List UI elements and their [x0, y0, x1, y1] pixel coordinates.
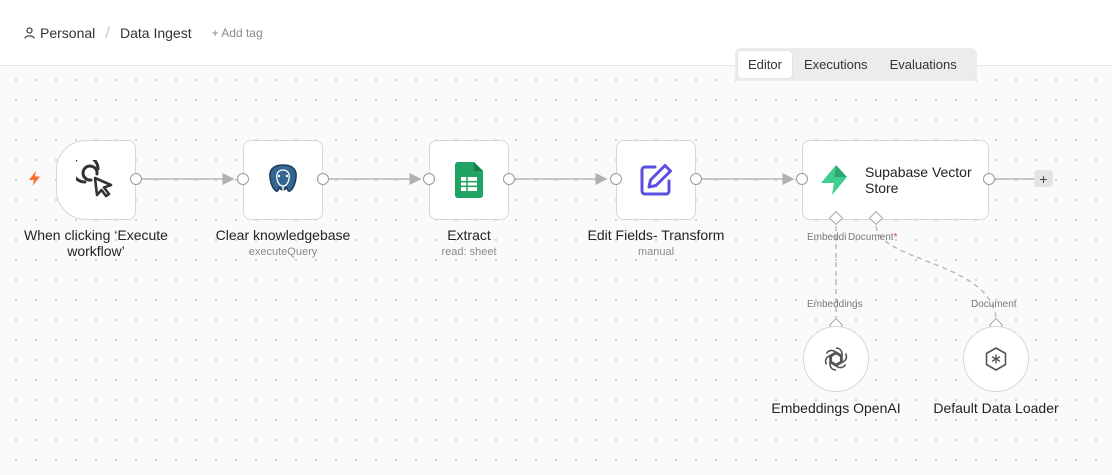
port-label-loader-out: Document — [971, 299, 1017, 310]
cursor-click-icon — [76, 160, 113, 198]
supabase-icon — [821, 165, 847, 195]
openai-icon — [824, 347, 848, 371]
add-node-button[interactable]: + — [1034, 170, 1053, 187]
node-title-supabase: Supabase Vector Store — [865, 164, 972, 196]
clear-output-handle[interactable] — [317, 173, 329, 185]
node-label-clear: Clear knowledgebase — [215, 227, 351, 243]
supabase-input-handle[interactable] — [796, 173, 808, 185]
port-label-embedding: Embeddi — [807, 232, 847, 243]
data-loader-icon — [985, 347, 1007, 371]
trigger-bolt-icon — [29, 171, 40, 186]
edit-output-handle[interactable] — [690, 173, 702, 185]
extract-output-handle[interactable] — [503, 173, 515, 185]
node-clear-knowledgebase[interactable] — [243, 140, 323, 220]
google-sheets-icon — [455, 162, 483, 198]
node-sublabel-edit: manual — [637, 246, 675, 258]
node-label-loader: Default Data Loader — [933, 400, 1059, 416]
node-label-edit: Edit Fields- Transform — [587, 227, 725, 243]
node-edit-fields[interactable] — [616, 140, 696, 220]
trigger-output-handle[interactable] — [130, 173, 142, 185]
clear-input-handle[interactable] — [237, 173, 249, 185]
postgres-icon — [269, 164, 297, 198]
node-manual-trigger[interactable] — [56, 140, 136, 220]
extract-input-handle[interactable] — [423, 173, 435, 185]
node-sublabel-clear: executeQuery — [248, 246, 318, 258]
node-label-extract: Extract — [447, 227, 491, 243]
node-default-data-loader[interactable] — [963, 326, 1029, 392]
port-label-document: Document* — [848, 232, 898, 243]
port-label-embeddings-out: Embeddings — [807, 299, 863, 310]
required-marker: * — [893, 232, 898, 243]
node-embeddings-openai[interactable] — [803, 326, 869, 392]
supabase-output-handle[interactable] — [983, 173, 995, 185]
node-label-trigger: When clicking ‘Execute workflow’ — [24, 227, 168, 259]
node-label-embeddings: Embeddings OpenAI — [771, 400, 901, 416]
node-extract[interactable] — [429, 140, 509, 220]
edit-pencil-icon — [640, 164, 672, 196]
edit-input-handle[interactable] — [610, 173, 622, 185]
node-sublabel-extract: read: sheet — [441, 246, 497, 258]
node-supabase-vector-store[interactable]: Supabase Vector Store — [802, 140, 989, 220]
